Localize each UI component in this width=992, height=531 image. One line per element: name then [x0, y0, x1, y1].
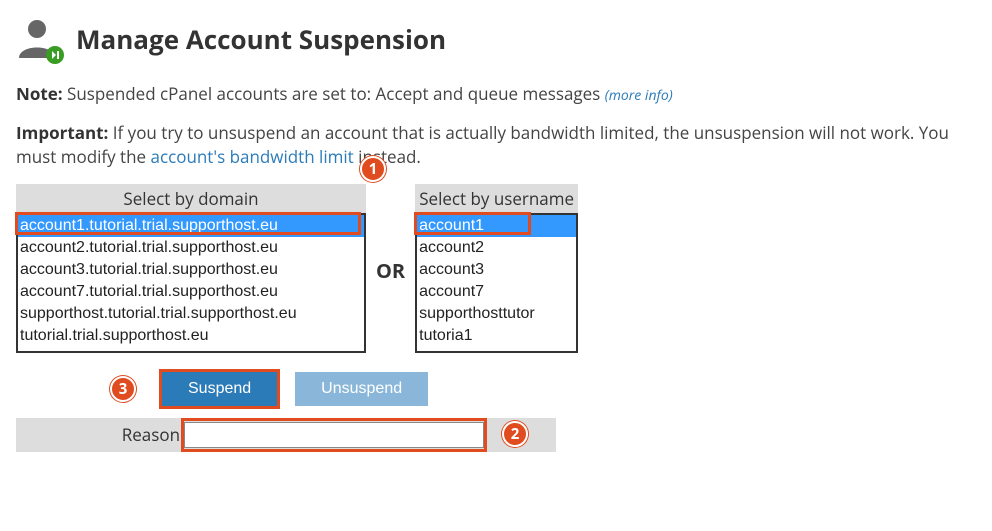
domain-option[interactable]: account1.tutorial.trial.supporthost.eu: [18, 215, 364, 237]
callout-number-1: 1: [360, 156, 386, 182]
callout-number-2: 2: [502, 421, 528, 447]
play-badge-icon: [46, 46, 64, 64]
username-listbox[interactable]: account1account2account3account7supporth…: [415, 213, 578, 353]
user-option[interactable]: supporthosttutor: [417, 303, 576, 325]
suspend-button[interactable]: Suspend: [162, 372, 277, 406]
username-column: Select by username account1account2accou…: [415, 184, 578, 358]
domain-option[interactable]: tutorial.trial.supporthost.eu: [18, 325, 364, 347]
or-separator: 1 OR: [366, 184, 415, 358]
reason-label: Reason: [16, 423, 184, 446]
bandwidth-limit-link[interactable]: account's bandwidth limit: [151, 145, 354, 168]
domain-option[interactable]: account7.tutorial.trial.supporthost.eu: [18, 281, 364, 303]
domain-option[interactable]: supporthost.tutorial.trial.supporthost.e…: [18, 303, 364, 325]
user-option[interactable]: account1: [417, 215, 576, 237]
note-text: Suspended cPanel accounts are set to: Ac…: [67, 82, 600, 105]
important-line: Important: If you try to unsuspend an ac…: [16, 121, 976, 170]
user-option[interactable]: account2: [417, 237, 576, 259]
reason-input[interactable]: [184, 422, 484, 448]
reason-row: Reason 2: [16, 418, 556, 452]
unsuspend-button[interactable]: Unsuspend: [295, 372, 428, 406]
username-header: Select by username: [415, 184, 578, 213]
callout-number-3: 3: [110, 376, 136, 402]
user-option[interactable]: tutoria1: [417, 325, 576, 347]
domain-listbox[interactable]: account1.tutorial.trial.supporthost.euac…: [16, 213, 366, 353]
user-suspend-icon: [16, 16, 62, 62]
domain-column: Select by domain account1.tutorial.trial…: [16, 184, 366, 358]
domain-option[interactable]: account3.tutorial.trial.supporthost.eu: [18, 259, 364, 281]
domain-header: Select by domain: [16, 184, 366, 213]
note-label: Note:: [16, 82, 63, 105]
page-header: Manage Account Suspension: [16, 16, 976, 62]
domain-option[interactable]: account2.tutorial.trial.supporthost.eu: [18, 237, 364, 259]
important-label: Important:: [16, 121, 108, 144]
selector-row: Select by domain account1.tutorial.trial…: [16, 184, 976, 358]
page-title: Manage Account Suspension: [76, 21, 446, 57]
user-option[interactable]: account3: [417, 259, 576, 281]
user-option[interactable]: account7: [417, 281, 576, 303]
note-line: Note: Suspended cPanel accounts are set …: [16, 82, 976, 107]
button-row: 3 Suspend Unsuspend: [16, 372, 976, 406]
or-label: OR: [376, 257, 405, 284]
more-info-link[interactable]: (more info): [605, 86, 673, 105]
